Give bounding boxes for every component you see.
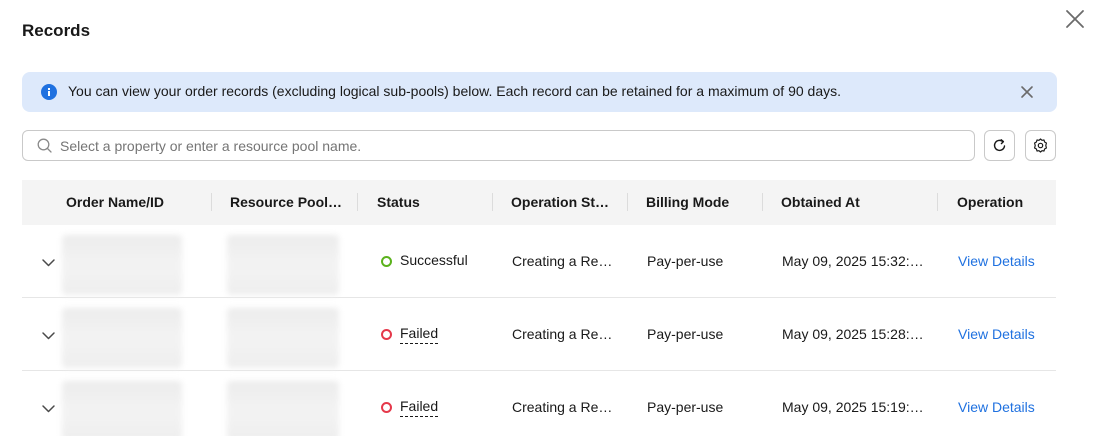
refresh-icon [993,139,1006,152]
status-text[interactable]: Failed [400,325,439,344]
redacted-resource-pool [227,235,339,295]
billing-mode-cell: Pay-per-use [647,253,724,269]
chevron-down-icon[interactable] [41,328,56,343]
close-dialog-button[interactable] [1064,8,1086,30]
records-table: Order Name/ID Resource Pool… Status Oper… [22,180,1056,436]
close-icon [1066,10,1084,28]
status-text[interactable]: Failed [400,398,439,417]
view-details-link[interactable]: View Details [958,371,1035,436]
chevron-down-icon[interactable] [41,255,56,270]
column-header-obtained-at[interactable]: Obtained At [781,180,860,225]
column-divider [762,193,763,211]
close-icon[interactable] [1020,85,1034,99]
operation-status-cell: Creating a Re… [512,253,613,269]
settings-button[interactable] [1025,130,1056,161]
redacted-order-name [62,235,182,295]
obtained-at-cell: May 09, 2025 15:28:… [782,326,924,342]
status-success-dot [381,256,392,267]
view-details-link[interactable]: View Details [958,225,1035,298]
table-row: Failed Creating a Re… Pay-per-use May 09… [22,298,1056,371]
column-divider [937,193,938,211]
column-divider [492,193,493,211]
column-divider [211,193,212,211]
redacted-order-name [62,381,182,436]
search-input[interactable] [60,134,960,157]
redacted-resource-pool [227,381,339,436]
column-header-operation: Operation [957,194,1024,210]
status-failed-dot [381,402,392,413]
operation-status-cell: Creating a Re… [512,326,613,342]
obtained-at-cell: May 09, 2025 15:32:… [782,253,924,269]
column-header-resource-pool[interactable]: Resource Pool… [230,180,342,225]
info-icon [41,84,57,100]
redacted-resource-pool [227,308,339,368]
records-dialog: Records You can view your order records … [0,0,1097,436]
column-header-operation-status[interactable]: Operation St… [511,180,609,225]
column-header-order-name[interactable]: Order Name/ID [66,180,164,225]
billing-mode-cell: Pay-per-use [647,326,724,342]
obtained-at-cell: May 09, 2025 15:19:… [782,399,924,415]
chevron-down-icon[interactable] [41,401,56,416]
column-header-billing-mode[interactable]: Billing Mode [646,180,729,225]
redacted-order-name [62,308,182,368]
column-header-status[interactable]: Status [377,180,420,225]
status-text: Successful [400,252,468,268]
status-failed-dot [381,329,392,340]
table-header: Order Name/ID Resource Pool… Status Oper… [22,180,1056,225]
column-divider [357,193,358,211]
search-box[interactable] [22,130,975,161]
dialog-title: Records [22,21,91,40]
table-row: Failed Creating a Re… Pay-per-use May 09… [22,371,1056,436]
search-icon [37,138,52,153]
column-divider [627,193,628,211]
settings-icon [1034,138,1047,153]
refresh-button[interactable] [984,130,1015,161]
operation-status-cell: Creating a Re… [512,399,613,415]
billing-mode-cell: Pay-per-use [647,399,724,415]
notice-text: You can view your order records (excludi… [68,83,841,99]
view-details-link[interactable]: View Details [958,298,1035,371]
info-notice: You can view your order records (excludi… [22,72,1057,112]
table-row: Successful Creating a Re… Pay-per-use Ma… [22,225,1056,298]
